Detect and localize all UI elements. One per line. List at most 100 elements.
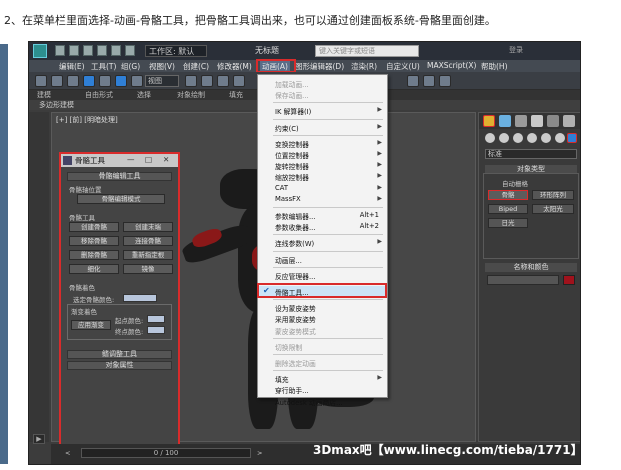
time-slider-prev[interactable]: < bbox=[65, 449, 70, 457]
start-color-swatch[interactable] bbox=[147, 315, 165, 323]
animation-menu-item[interactable]: 约束(C) ▶ bbox=[258, 122, 387, 133]
ribbon-tab-object-paint[interactable]: 对象绘制 bbox=[177, 90, 205, 100]
search-input[interactable]: 键入关键字或短语 bbox=[315, 45, 419, 57]
menu-view[interactable]: 视图(V) bbox=[149, 61, 175, 72]
bone-edit-mode-button[interactable]: 骨骼编辑模式 bbox=[77, 194, 165, 204]
object-properties-section[interactable]: 对象属性 bbox=[67, 361, 172, 370]
time-slider-thumb[interactable]: 0 / 100 bbox=[81, 448, 251, 458]
menu-graph-editors[interactable]: 图形编辑器(D) bbox=[295, 61, 344, 72]
menu-animation[interactable]: 动画(A) bbox=[260, 61, 290, 72]
bone-edit-tools-section[interactable]: 骨骼编辑工具 bbox=[67, 172, 172, 181]
create-tab-icon[interactable] bbox=[483, 115, 495, 127]
bones-button[interactable]: 骨骼 bbox=[488, 190, 528, 200]
ribbon-tab-selection[interactable]: 选择 bbox=[137, 90, 151, 100]
maximize-icon[interactable]: □ bbox=[145, 155, 152, 164]
ribbon-tab-modeling[interactable]: 建模 bbox=[37, 90, 51, 100]
redo-icon[interactable] bbox=[111, 45, 121, 56]
animation-menu-item[interactable]: 删除选定动画 bbox=[258, 357, 387, 368]
mirror-button[interactable]: 镜像 bbox=[123, 264, 173, 274]
undo-icon[interactable] bbox=[97, 45, 107, 56]
menu-group[interactable]: 组(G) bbox=[121, 61, 140, 72]
motion-tab-icon[interactable] bbox=[531, 115, 543, 127]
menu-customize[interactable]: 自定义(U) bbox=[386, 61, 420, 72]
apply-gradient-button[interactable]: 应用渐变 bbox=[71, 320, 111, 330]
angle-snap-icon[interactable] bbox=[217, 75, 229, 87]
name-color-header[interactable]: 名称和颜色 bbox=[485, 263, 577, 272]
undo-tool-icon[interactable] bbox=[35, 75, 47, 87]
render-icon[interactable] bbox=[439, 75, 451, 87]
modify-tab-icon[interactable] bbox=[499, 115, 511, 127]
animation-menu-item[interactable]: 旋转控制器 ▶ bbox=[258, 160, 387, 171]
menu-edit[interactable]: 编辑(E) bbox=[59, 61, 85, 72]
reference-coord-select[interactable]: 视图 bbox=[145, 75, 179, 87]
animation-menu-item[interactable]: 位置控制器 ▶ bbox=[258, 149, 387, 160]
fin-tools-section[interactable]: 鳍调整工具 bbox=[67, 350, 172, 359]
percent-snap-icon[interactable] bbox=[233, 75, 245, 87]
link-icon[interactable] bbox=[51, 75, 63, 87]
menu-maxscript[interactable]: MAXScript(X) bbox=[427, 61, 476, 70]
category-dropdown[interactable]: 标准 bbox=[485, 149, 577, 159]
rotate-icon[interactable] bbox=[131, 75, 143, 87]
create-bones-button[interactable]: 创建骨骼 bbox=[69, 222, 119, 232]
menu-tools[interactable]: 工具(T) bbox=[91, 61, 116, 72]
geometry-icon[interactable] bbox=[485, 133, 495, 143]
animation-menu-item[interactable]: 填充 ▶ bbox=[258, 373, 387, 384]
object-color-swatch[interactable] bbox=[563, 275, 575, 285]
helpers-icon[interactable] bbox=[541, 133, 551, 143]
menu-help[interactable]: 帮助(H) bbox=[481, 61, 508, 72]
create-end-button[interactable]: 创建末端 bbox=[123, 222, 173, 232]
animation-menu-item[interactable]: MassFX ▶ bbox=[258, 194, 387, 205]
animation-menu-item[interactable]: 变换控制器 ▶ bbox=[258, 138, 387, 149]
move-icon[interactable] bbox=[115, 75, 127, 87]
animation-menu-item[interactable]: 采用蒙皮姿势 bbox=[258, 313, 387, 324]
ribbon-tab-populate[interactable]: 填充 bbox=[229, 90, 243, 100]
ribbon-tab-freeform[interactable]: 自由形式 bbox=[85, 90, 113, 100]
select-by-name-icon[interactable] bbox=[99, 75, 111, 87]
select-object-icon[interactable] bbox=[83, 75, 95, 87]
end-color-swatch[interactable] bbox=[147, 326, 165, 334]
sign-in-link[interactable]: 登录 bbox=[509, 45, 523, 55]
daylight-button[interactable]: 日光 bbox=[488, 218, 528, 228]
delete-bone-button[interactable]: 删除骨骼 bbox=[69, 250, 119, 260]
pivot-icon[interactable] bbox=[185, 75, 197, 87]
unlink-icon[interactable] bbox=[67, 75, 79, 87]
utilities-tab-icon[interactable] bbox=[563, 115, 575, 127]
sunlight-button[interactable]: 太阳光 bbox=[532, 204, 574, 214]
render-setup-icon[interactable] bbox=[407, 75, 419, 87]
animation-menu-item[interactable]: 加载动画... bbox=[258, 78, 387, 89]
spacewarps-icon[interactable] bbox=[555, 133, 565, 143]
snap-icon[interactable] bbox=[201, 75, 213, 87]
animation-menu-item[interactable]: IK 解算器(I) ▶ bbox=[258, 105, 387, 116]
animation-menu-item[interactable]: 连线参数(W) ▶ bbox=[258, 237, 387, 248]
animation-menu-item[interactable]: 缩放控制器 ▶ bbox=[258, 171, 387, 182]
viewport-label[interactable]: [+] [前] [明暗处理] bbox=[56, 115, 118, 125]
menu-create[interactable]: 创建(C) bbox=[183, 61, 209, 72]
workspace-select[interactable]: 工作区: 默认 bbox=[145, 45, 207, 57]
play-icon[interactable]: ▶ bbox=[33, 434, 45, 444]
autogrid-checkbox[interactable]: 自动栅格 bbox=[502, 178, 528, 188]
menu-rendering[interactable]: 渲染(R) bbox=[351, 61, 377, 72]
shapes-icon[interactable] bbox=[499, 133, 509, 143]
connect-bones-button[interactable]: 连接骨骼 bbox=[123, 236, 173, 246]
animation-menu-item[interactable]: ✔ 骨骼工具... bbox=[258, 286, 387, 297]
project-folder-icon[interactable] bbox=[125, 45, 135, 56]
bone-tools-titlebar[interactable]: 骨骼工具 — □ ✕ bbox=[61, 154, 178, 167]
lights-icon[interactable] bbox=[513, 133, 523, 143]
remove-bone-button[interactable]: 移除骨骼 bbox=[69, 236, 119, 246]
minimize-icon[interactable]: — bbox=[127, 155, 135, 164]
selected-bone-color-swatch[interactable] bbox=[123, 294, 157, 302]
animation-menu-item[interactable]: 保存动画... bbox=[258, 89, 387, 100]
ring-array-button[interactable]: 环形阵列 bbox=[532, 190, 574, 200]
animation-menu-item[interactable]: Autodesk 动画商店... bbox=[258, 396, 387, 407]
refine-button[interactable]: 细化 bbox=[69, 264, 119, 274]
systems-icon[interactable] bbox=[567, 133, 577, 143]
animation-menu-item[interactable]: 设为蒙皮姿势 bbox=[258, 302, 387, 313]
ribbon-subtab-poly-modeling[interactable]: 多边形建模 bbox=[39, 100, 74, 110]
render-frame-icon[interactable] bbox=[423, 75, 435, 87]
animation-menu-item[interactable]: 切换限制 bbox=[258, 341, 387, 352]
animation-menu-item[interactable]: 穿行助手... bbox=[258, 384, 387, 395]
animation-menu-item[interactable]: 动画层... bbox=[258, 254, 387, 265]
biped-button[interactable]: Biped bbox=[488, 204, 528, 214]
menu-modifiers[interactable]: 修改器(M) bbox=[217, 61, 252, 72]
animation-menu-item[interactable]: 蒙皮姿势模式 bbox=[258, 325, 387, 336]
